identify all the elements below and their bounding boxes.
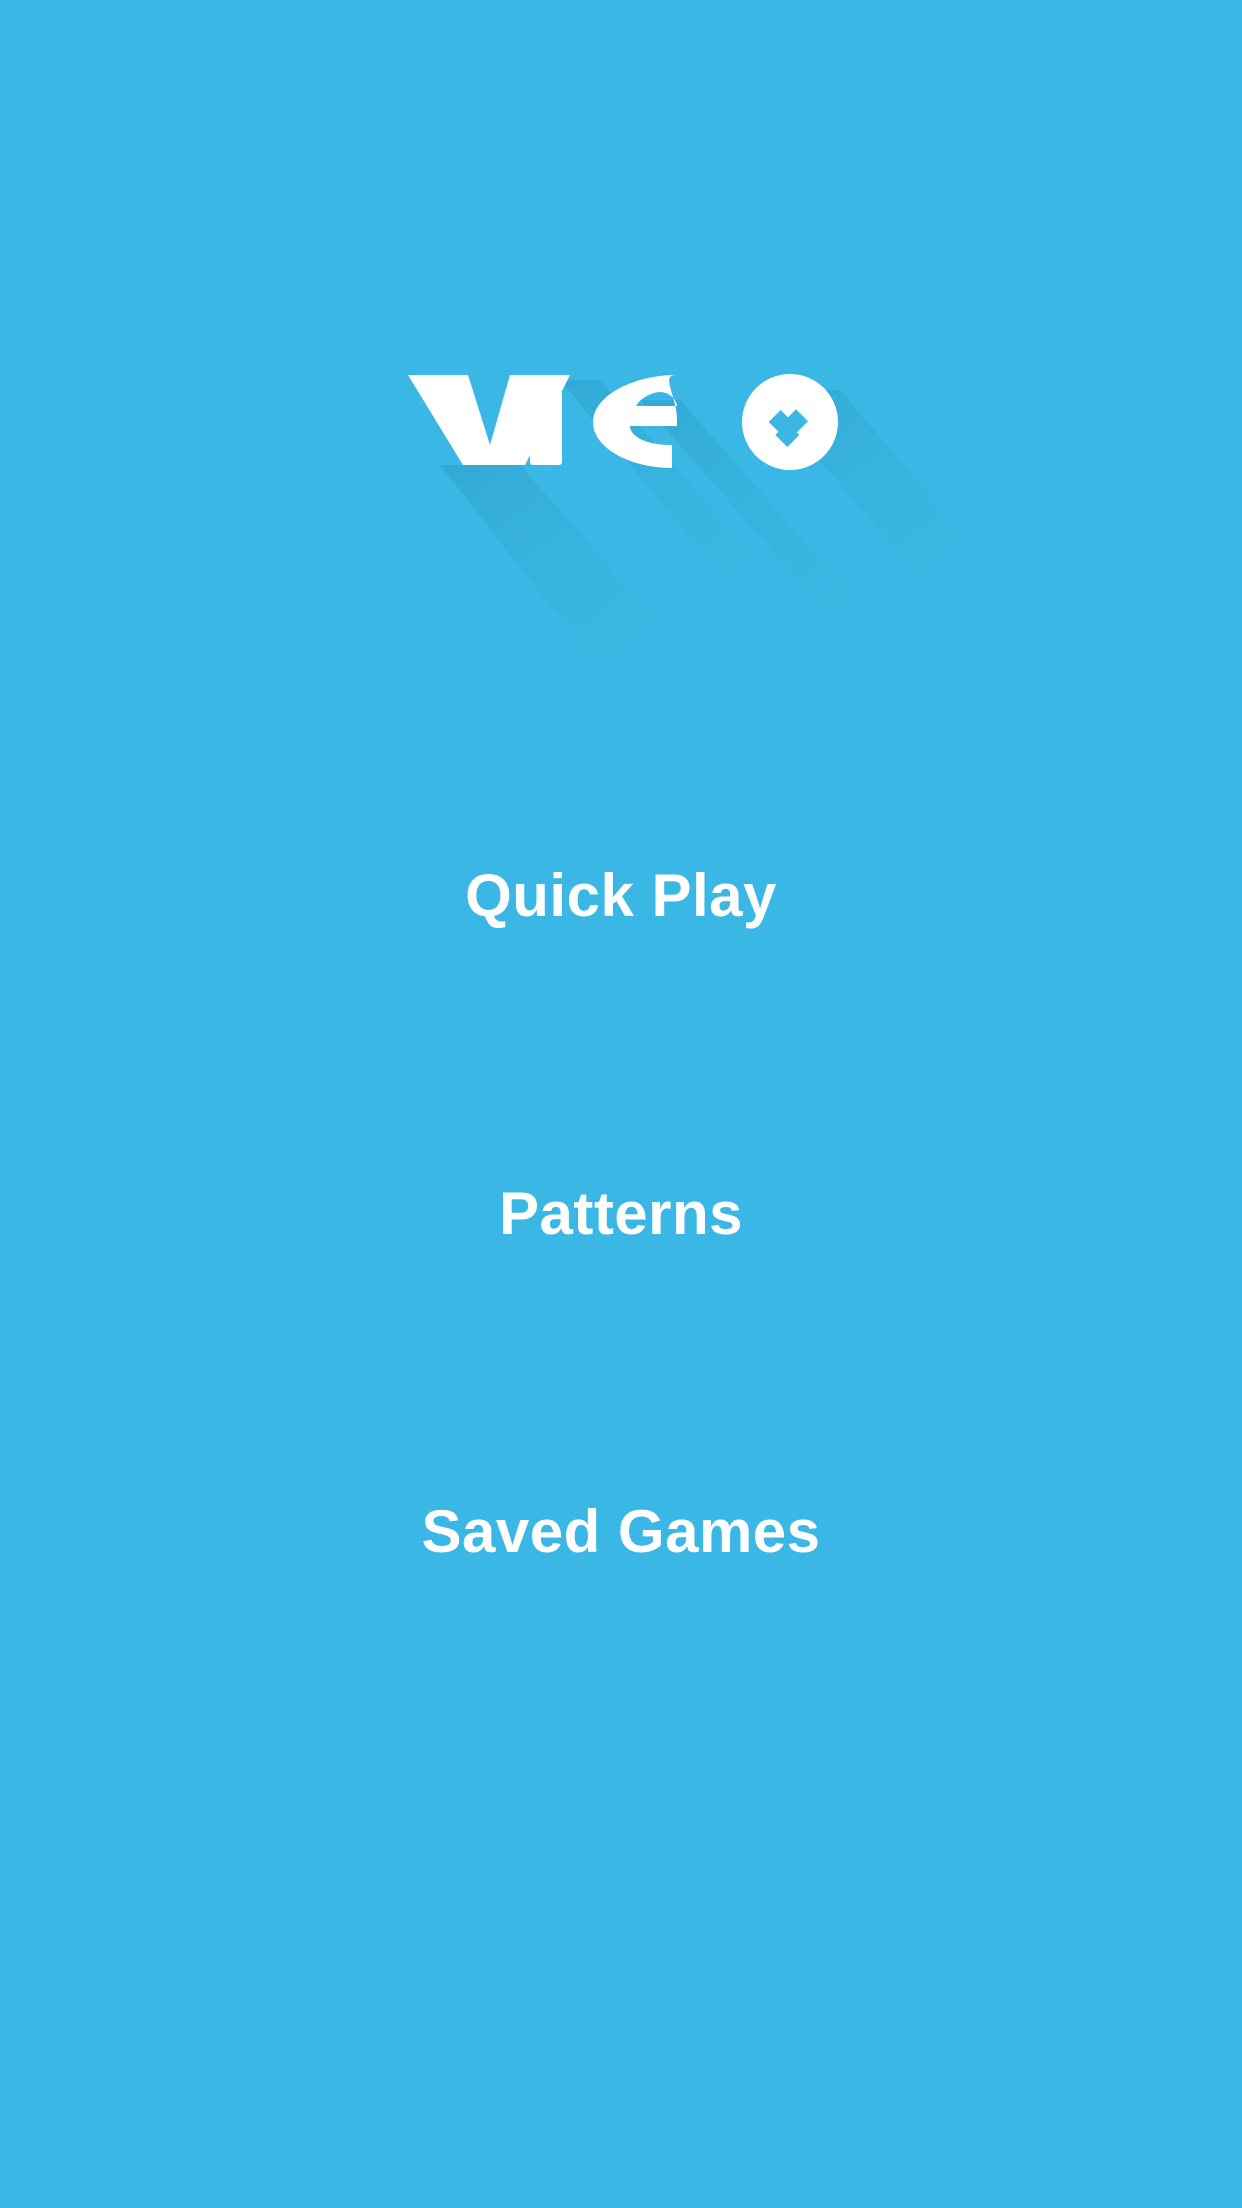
heart-diamond-icon [742,374,838,470]
saved-games-label: Saved Games [421,1497,821,1565]
app-logo [0,340,1242,670]
logo-letter-i [530,375,562,465]
patterns-label: Patterns [498,1179,744,1247]
patterns-button[interactable]: Patterns [0,1158,1242,1268]
logo-graphic [408,374,1010,670]
quick-play-button[interactable]: Quick Play [0,840,1242,950]
quick-play-label: Quick Play [465,861,777,929]
main-menu-screen: Quick Play Patterns Saved Games [0,0,1242,2208]
saved-games-button[interactable]: Saved Games [0,1476,1242,1586]
